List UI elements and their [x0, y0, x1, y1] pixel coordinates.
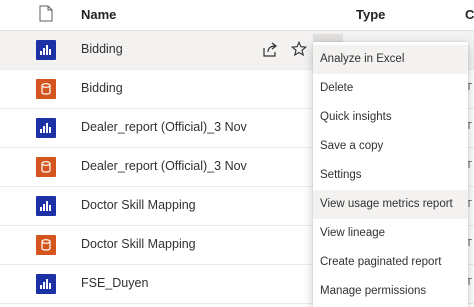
list-header: Name Type C	[0, 0, 474, 31]
context-menu: Analyze in Excel Delete Quick insights S…	[313, 42, 468, 307]
menu-item-delete[interactable]: Delete	[313, 74, 468, 103]
row-name[interactable]: Bidding	[81, 42, 123, 56]
dataset-icon	[36, 235, 56, 255]
report-icon	[36, 40, 56, 60]
menu-item-save-a-copy[interactable]: Save a copy	[313, 132, 468, 161]
menu-item-view-lineage[interactable]: View lineage	[313, 219, 468, 248]
column-header-truncated[interactable]: C	[465, 7, 474, 22]
row-name[interactable]: Dealer_report (Official)_3 Nov	[81, 159, 247, 173]
menu-item-view-usage-metrics[interactable]: View usage metrics report	[313, 190, 468, 219]
row-name[interactable]: FSE_Duyen	[81, 276, 148, 290]
row-name[interactable]: Doctor Skill Mapping	[81, 237, 196, 251]
share-icon[interactable]	[261, 41, 279, 59]
column-header-name[interactable]: Name	[81, 7, 116, 22]
favorite-star-icon[interactable]	[291, 41, 307, 57]
report-icon	[36, 118, 56, 138]
menu-item-manage-permissions[interactable]: Manage permissions	[313, 277, 468, 306]
report-icon	[36, 274, 56, 294]
report-icon	[36, 196, 56, 216]
row-name[interactable]: Dealer_report (Official)_3 Nov	[81, 120, 247, 134]
row-name[interactable]: Doctor Skill Mapping	[81, 198, 196, 212]
menu-item-create-paginated-report[interactable]: Create paginated report	[313, 248, 468, 277]
column-header-type[interactable]: Type	[356, 7, 385, 22]
menu-item-quick-insights[interactable]: Quick insights	[313, 103, 468, 132]
menu-item-analyze-in-excel[interactable]: Analyze in Excel	[313, 45, 468, 74]
dataset-icon	[36, 157, 56, 177]
menu-item-settings[interactable]: Settings	[313, 161, 468, 190]
file-icon	[39, 5, 53, 22]
dataset-icon	[36, 79, 56, 99]
row-name[interactable]: Bidding	[81, 81, 123, 95]
